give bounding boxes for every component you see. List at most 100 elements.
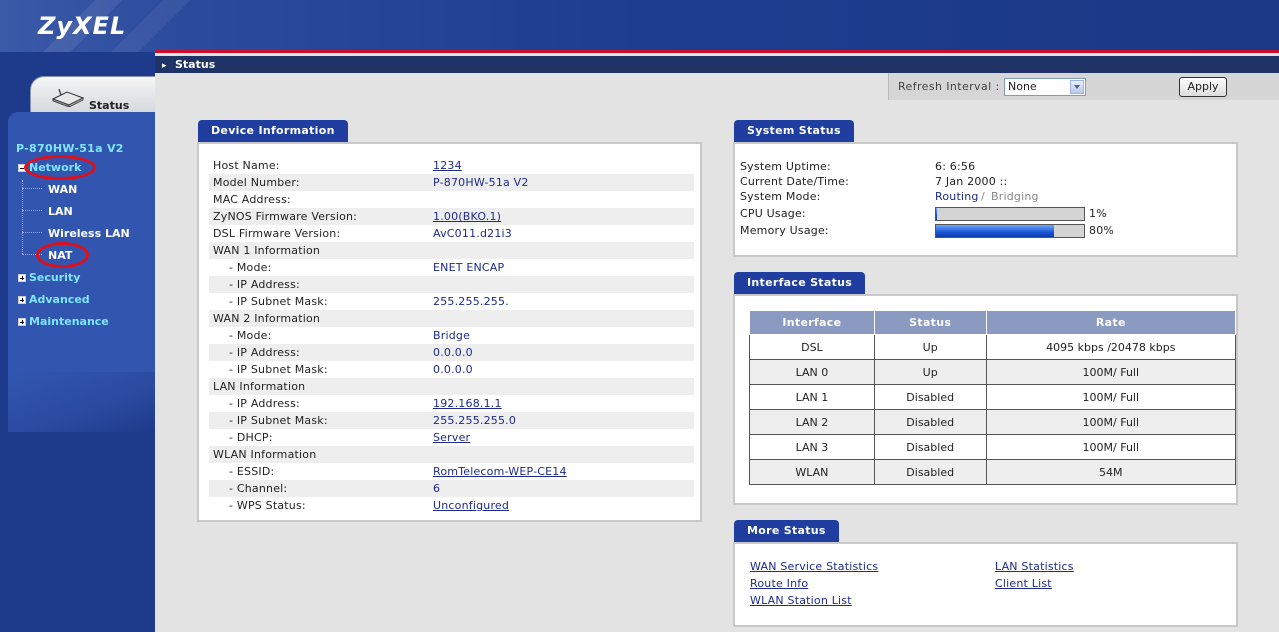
datetime-label: Current Date/Time: — [740, 175, 850, 188]
device-info-value: 255.255.255.0 — [433, 414, 517, 427]
rate-cell: 4095 kbps /20478 kbps — [985, 334, 1237, 360]
status-cell: Up — [873, 334, 987, 360]
chevron-down-icon[interactable] — [1070, 80, 1084, 94]
device-info-label: - IP Subnet Mask: — [229, 363, 328, 376]
table-row: LAN 0 Up 100M/ Full — [749, 359, 1237, 385]
system-status-title: System Status — [734, 120, 854, 142]
expand-icon[interactable] — [18, 296, 26, 304]
device-info-label: - Mode: — [229, 329, 272, 342]
tree-line — [22, 232, 42, 233]
device-info-value: ENET ENCAP — [433, 261, 505, 274]
nav-advanced-label: Advanced — [29, 293, 90, 306]
more-status-panel: WAN Service Statistics LAN Statistics Ro… — [733, 542, 1238, 627]
breadcrumb-arrow-icon: ▸ — [162, 61, 167, 71]
device-info-label: Model Number: — [213, 176, 300, 189]
memory-usage-label: Memory Usage: — [740, 224, 829, 237]
device-info-label: WAN 2 Information — [213, 312, 321, 325]
device-info-value[interactable]: Unconfigured — [433, 499, 509, 512]
device-info-label: - IP Subnet Mask: — [229, 414, 328, 427]
device-info-label: - IP Address: — [229, 397, 300, 410]
table-row: LAN 1 Disabled 100M/ Full — [749, 384, 1237, 410]
column-header-interface: Interface — [749, 310, 875, 335]
device-info-label: - Mode: — [229, 261, 272, 274]
memory-usage-value: 80% — [1089, 224, 1115, 237]
nav-security[interactable]: Security — [18, 271, 80, 284]
cpu-usage-fill — [936, 208, 938, 220]
nav-wan[interactable]: WAN — [48, 183, 77, 196]
more-status-title: More Status — [734, 520, 839, 542]
interface-cell: LAN 2 — [749, 409, 875, 435]
column-header-status: Status — [873, 310, 987, 335]
status-cell: Disabled — [873, 409, 987, 435]
wan-service-statistics-link[interactable]: WAN Service Statistics — [750, 560, 878, 573]
nav-maintenance[interactable]: Maintenance — [18, 315, 109, 328]
device-info-value: Bridge — [433, 329, 471, 342]
device-info-value: 0.0.0.0 — [433, 346, 473, 359]
device-info-value: P-870HW-51a V2 — [433, 176, 529, 189]
interface-status-title: Interface Status — [734, 272, 866, 294]
rate-cell: 100M/ Full — [985, 359, 1237, 385]
nav-security-label: Security — [29, 271, 81, 284]
device-info-value: 0.0.0.0 — [433, 363, 473, 376]
device-info-value: 255.255.255. — [433, 295, 509, 308]
device-info-label: ZyNOS Firmware Version: — [213, 210, 358, 223]
uptime-label: System Uptime: — [740, 160, 831, 173]
memory-usage-fill — [936, 225, 1055, 237]
device-info-label: MAC Address: — [213, 193, 291, 206]
nav-lan[interactable]: LAN — [48, 205, 73, 218]
system-mode-routing: Routing — [935, 190, 979, 203]
device-info-value[interactable]: 1.00(BKO.1) — [433, 210, 501, 223]
rate-cell: 100M/ Full — [985, 409, 1237, 435]
left-navigation: Status P-870HW-51a V2 Network WAN LAN Wi… — [0, 52, 155, 632]
refresh-interval-select[interactable]: None — [1004, 78, 1086, 96]
route-info-link[interactable]: Route Info — [750, 577, 808, 590]
breadcrumb-label: Status — [175, 58, 216, 71]
column-header-rate: Rate — [985, 310, 1237, 335]
breadcrumb: ▸ Status — [155, 56, 1279, 73]
device-info-label: - WPS Status: — [229, 499, 306, 512]
device-info-label: Host Name: — [213, 159, 280, 172]
device-model-label: P-870HW-51a V2 — [16, 142, 124, 155]
interface-cell: WLAN — [749, 459, 875, 485]
zyxel-logo: ZyXEL — [38, 12, 127, 40]
wlan-station-list-link[interactable]: WLAN Station List — [750, 594, 852, 607]
device-info-value: 6 — [433, 482, 441, 495]
device-info-value[interactable]: RomTelecom-WEP-CE14 — [433, 465, 567, 478]
nav-maintenance-label: Maintenance — [29, 315, 109, 328]
interface-cell: LAN 1 — [749, 384, 875, 410]
system-mode-bridging: Bridging — [991, 190, 1039, 203]
device-info-label: - IP Subnet Mask: — [229, 295, 328, 308]
uptime-value: 6: 6:56 — [935, 160, 976, 173]
apply-button[interactable]: Apply — [1179, 77, 1227, 97]
cpu-usage-value: 1% — [1089, 207, 1107, 220]
rate-cell: 100M/ Full — [985, 384, 1237, 410]
lan-statistics-link[interactable]: LAN Statistics — [995, 560, 1074, 573]
refresh-toolbar: Refresh Interval : None Apply — [888, 73, 1279, 100]
interface-cell: LAN 3 — [749, 434, 875, 460]
expand-icon[interactable] — [18, 318, 26, 326]
device-info-value[interactable]: Server — [433, 431, 470, 444]
highlight-circle — [36, 242, 89, 268]
header-bar: ZyXEL — [0, 0, 1279, 52]
device-info-value[interactable]: 192.168.1.1 — [433, 397, 502, 410]
interface-status-panel: Interface Status Rate DSL Up 4095 kbps /20… — [733, 294, 1238, 505]
nav-advanced[interactable]: Advanced — [18, 293, 90, 306]
nav-panel-footer — [8, 372, 155, 432]
device-info-label: - IP Address: — [229, 346, 300, 359]
device-info-value[interactable]: 1234 — [433, 159, 462, 172]
expand-icon[interactable] — [18, 274, 26, 282]
table-row: LAN 2 Disabled 100M/ Full — [749, 409, 1237, 435]
refresh-interval-label: Refresh Interval : — [898, 80, 1000, 93]
client-list-link[interactable]: Client List — [995, 577, 1052, 590]
rate-cell: 54M — [985, 459, 1237, 485]
nav-wireless-lan[interactable]: Wireless LAN — [48, 227, 130, 240]
system-status-panel: System Uptime: 6: 6:56 Current Date/Time… — [733, 142, 1238, 257]
status-cell: Disabled — [873, 459, 987, 485]
device-info-label: - IP Address: — [229, 278, 300, 291]
status-cell: Disabled — [873, 434, 987, 460]
device-info-panel: Host Name: 1234 Model Number: P-870HW-51a V… — [197, 142, 702, 522]
interface-cell: DSL — [749, 334, 875, 360]
interface-table: Interface Status Rate DSL Up 4095 kbps /20… — [749, 310, 1237, 485]
device-info-label: DSL Firmware Version: — [213, 227, 341, 240]
device-info-value: AvC011.d21i3 — [433, 227, 512, 240]
